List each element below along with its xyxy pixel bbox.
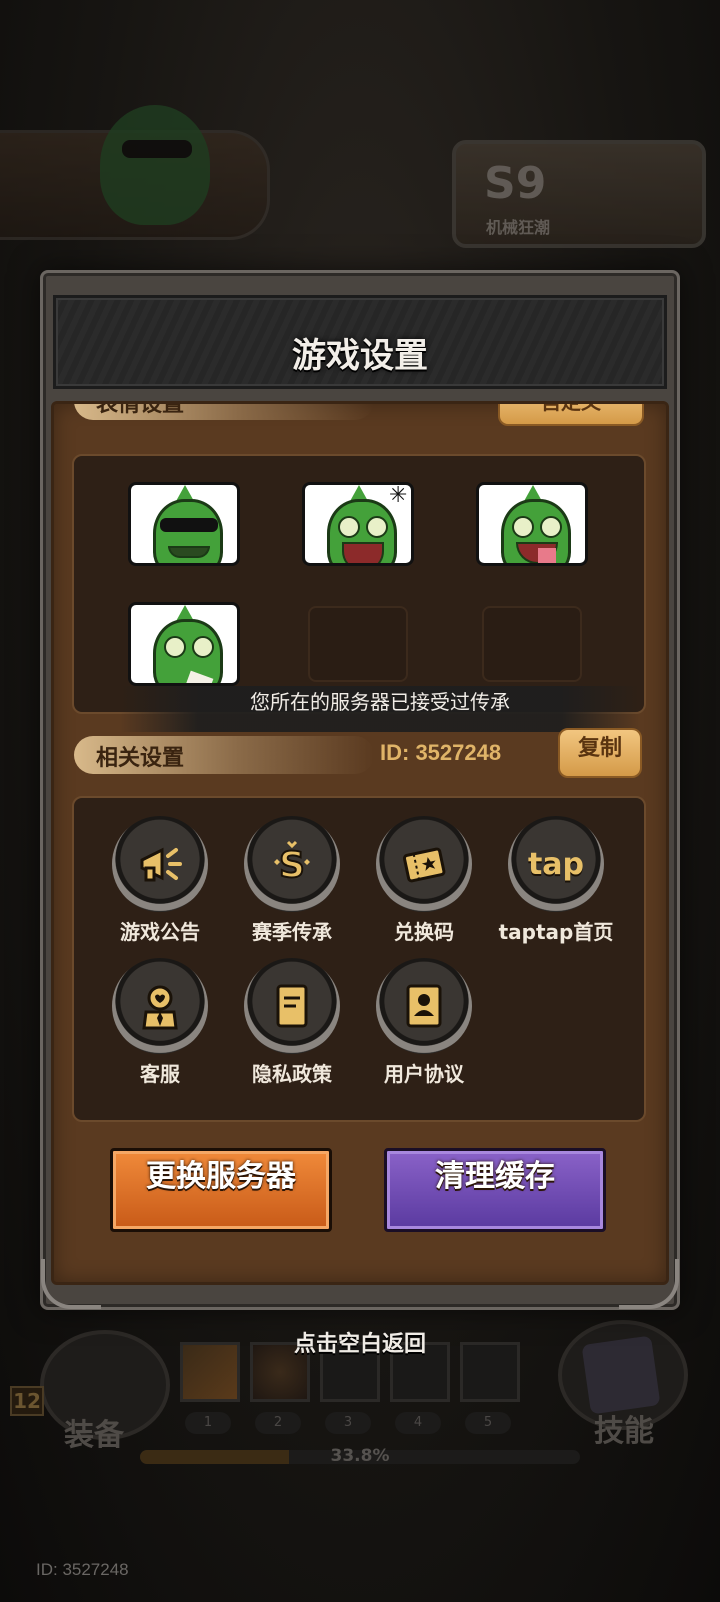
footer-player-id: ID: 3527248 (36, 1560, 129, 1579)
emoji-section-label: 表情设置 (96, 401, 185, 417)
link-taptap[interactable]: tap taptap首页 (490, 816, 622, 945)
panel-header: 游戏设置 (53, 295, 667, 389)
related-section-label: 相关设置 (96, 746, 185, 771)
customize-emoji-button[interactable]: 自定义 (498, 401, 644, 426)
customer-service-icon (112, 958, 208, 1054)
emoji-tongue-frog[interactable] (476, 482, 588, 566)
link-label: taptap首页 (498, 920, 614, 944)
clear-cache-label: 清理缓存 (435, 1159, 555, 1194)
change-server-label: 更换服务器 (146, 1159, 296, 1194)
megaphone-icon (112, 816, 208, 912)
season-s-icon: S (244, 816, 340, 912)
link-season-inherit[interactable]: S 赛季传承 (226, 816, 358, 945)
slot-number: 2 (255, 1412, 301, 1434)
corner-ornament (619, 1259, 679, 1309)
related-section-header: 相关设置 (74, 736, 374, 774)
season-code: S9 (484, 158, 547, 209)
link-label: 隐私政策 (252, 1062, 332, 1086)
season-card: S9 机械狂潮 (452, 140, 706, 248)
customize-emoji-label: 自定义 (541, 401, 601, 414)
settings-panel: 游戏设置 表情设置 自定义 ✳ 您所在的服务器已接受过传承 相关设置 ID: 3… (40, 270, 680, 1310)
link-user-agreement[interactable]: 用户协议 (358, 958, 490, 1087)
level-badge: 12 (10, 1386, 44, 1416)
copy-id-label: 复制 (577, 736, 622, 761)
emoji-cool-frog[interactable] (128, 482, 240, 566)
change-server-button[interactable]: 更换服务器 (110, 1148, 332, 1232)
emoji-empty-slot[interactable] (308, 606, 408, 682)
slot-numbers: 1 2 3 4 5 (185, 1412, 511, 1434)
slot-number: 5 (465, 1412, 511, 1434)
anger-mark-icon: ✳ (389, 483, 408, 508)
slot-number: 4 (395, 1412, 441, 1434)
season-name: 机械狂潮 (486, 218, 551, 237)
link-label: 用户协议 (384, 1062, 464, 1086)
emoji-section-header: 表情设置 (74, 401, 374, 420)
tap-icon-text: tap (527, 846, 585, 882)
emoji-crying-frog[interactable] (128, 602, 240, 686)
corner-ornament (41, 1259, 101, 1309)
ticket-icon (376, 816, 472, 912)
tap-to-return[interactable]: 点击空白返回 (0, 1326, 720, 1358)
link-label: 兑换码 (394, 920, 454, 944)
emoji-empty-slot[interactable] (482, 606, 582, 682)
settings-links: 游戏公告 S 赛季传承 兑换码 tap taptap首页 客服 隐私政策 用户协… (72, 796, 646, 1122)
clear-cache-button[interactable]: 清理缓存 (384, 1148, 606, 1232)
mascot-avatar (100, 105, 210, 225)
link-label: 游戏公告 (120, 920, 200, 944)
link-redeem-code[interactable]: 兑换码 (358, 816, 490, 945)
emoji-angry-frog[interactable]: ✳ (302, 482, 414, 566)
panel-body: 表情设置 自定义 ✳ 您所在的服务器已接受过传承 相关设置 ID: 352724… (51, 401, 669, 1285)
link-label: 赛季传承 (252, 920, 332, 944)
copy-id-button[interactable]: 复制 (558, 728, 642, 778)
svg-text:S: S (279, 845, 305, 886)
link-label: 客服 (140, 1062, 180, 1086)
document-icon (244, 958, 340, 1054)
panel-title: 游戏设置 (292, 336, 428, 376)
toast-text: 您所在的服务器已接受过传承 (250, 690, 510, 714)
skills-label: 技能 (594, 1414, 654, 1449)
link-customer-service[interactable]: 客服 (94, 958, 226, 1087)
player-id: ID: 3527248 (380, 740, 502, 765)
slot-number: 1 (185, 1412, 231, 1434)
slot-number: 3 (325, 1412, 371, 1434)
user-card-icon (376, 958, 472, 1054)
emoji-grid: ✳ 您所在的服务器已接受过传承 (72, 454, 646, 732)
tap-icon: tap (508, 816, 604, 912)
toast-message: 您所在的服务器已接受过传承 (120, 686, 640, 732)
link-announcement[interactable]: 游戏公告 (94, 816, 226, 945)
link-privacy-policy[interactable]: 隐私政策 (226, 958, 358, 1087)
